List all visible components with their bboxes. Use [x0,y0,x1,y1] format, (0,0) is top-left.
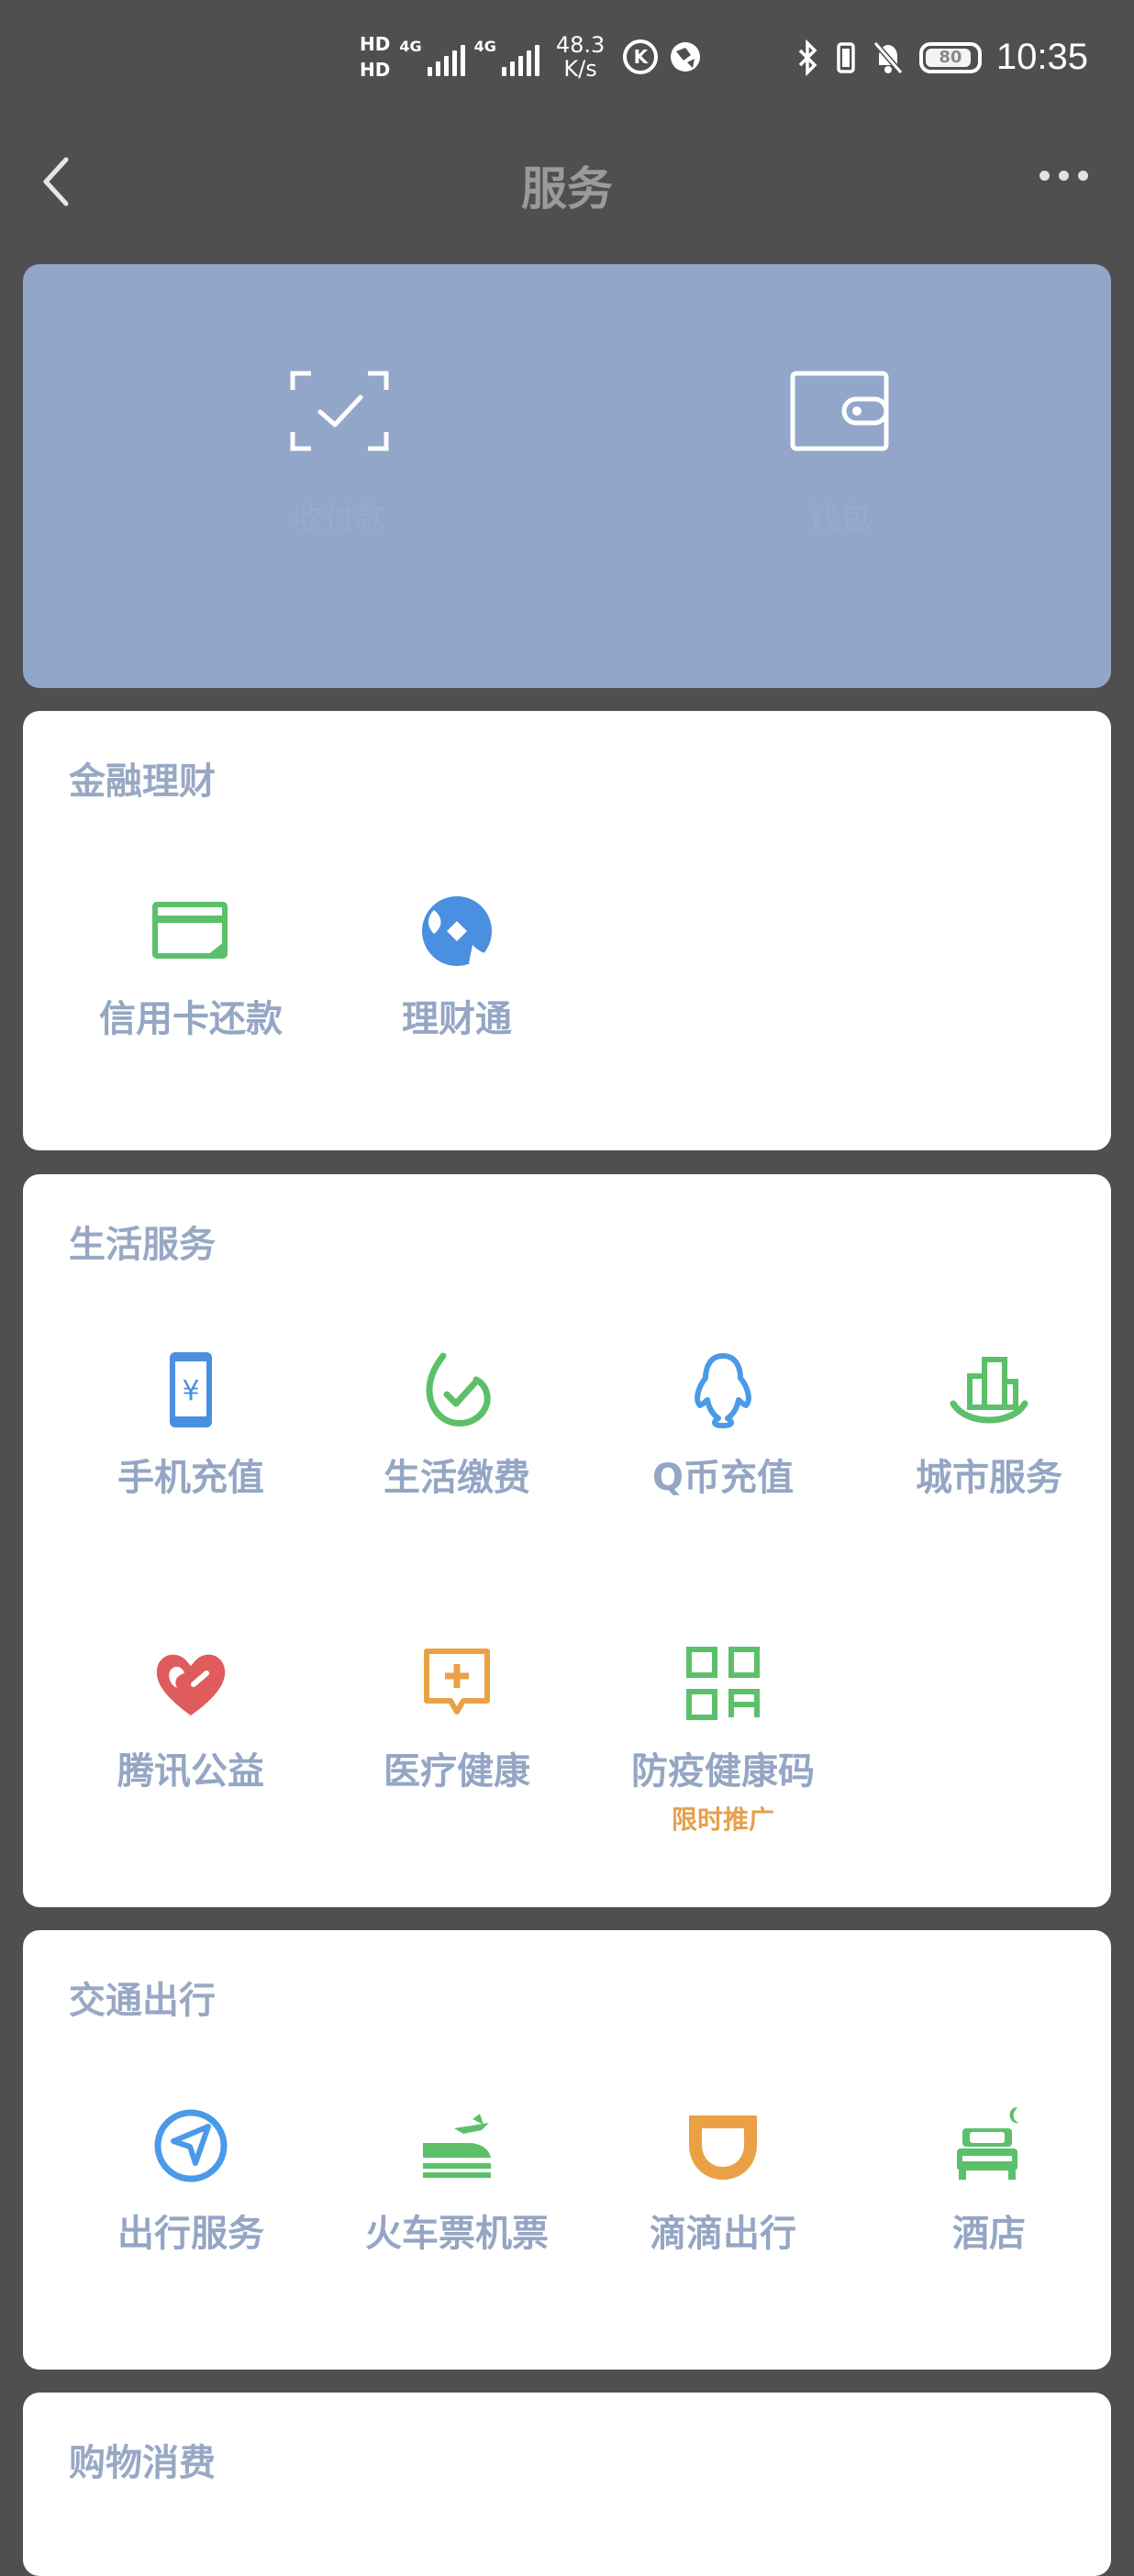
train-plane-icon [423,2114,491,2178]
hd2-label: HD [360,59,391,81]
status-right: 80 10:35 [796,37,1088,78]
section-title: 交通出行 [69,1980,216,2022]
speed-unit: K/s [563,56,597,82]
hotel-bed-icon [957,2107,1019,2180]
charity-heart-icon [156,1654,226,1715]
didi-icon [689,2115,757,2180]
hd1-label: HD [360,33,391,55]
service-city[interactable]: 城市服务 [856,1349,1122,1501]
wallet-label: 钱包 [808,500,871,537]
service-health-code[interactable]: 防疫健康码 限时推广 [590,1642,856,1837]
bluetooth-icon [798,39,817,76]
service-label: 理财通 [402,998,512,1040]
qq-penguin-icon [695,1353,751,1428]
net1-label: 4G [399,38,422,55]
service-label: 医疗健康 [384,1750,530,1793]
service-didi[interactable]: 滴滴出行 [590,2104,856,2257]
service-label: 酒店 [952,2213,1026,2255]
service-wealth[interactable]: 理财通 [324,890,590,1042]
section-title: 生活服务 [69,1224,216,1266]
nav-header: 服务 [0,128,1134,257]
service-label: 滴滴出行 [650,2213,796,2255]
phone-topup-icon: ¥ [170,1352,212,1427]
k-app-icon: K [623,39,659,74]
service-label: 火车票机票 [365,2213,549,2255]
service-hotel[interactable]: 酒店 [856,2104,1122,2257]
service-phone-topup[interactable]: ¥ 手机充值 [58,1349,324,1501]
globe-app-icon [671,42,701,72]
mute-bell-icon [873,40,904,74]
service-bill-pay[interactable]: 生活缴费 [324,1349,590,1501]
section-shopping: 购物消费 [23,2393,1111,2576]
service-qcoin[interactable]: Q币充值 [590,1349,856,1501]
service-train-plane[interactable]: 火车票机票 [324,2104,590,2257]
section-life: 生活服务 ¥ 手机充值 生活缴费 Q币充值 城市服务 腾讯公益 医疗健康 防疫健… [23,1174,1111,1907]
service-charity[interactable]: 腾讯公益 [58,1642,324,1794]
service-credit-card[interactable]: 信用卡还款 [58,890,324,1042]
section-title: 金融理财 [69,761,216,803]
navigation-icon [154,2109,228,2182]
section-title: 购物消费 [69,2442,216,2484]
service-label: 手机充值 [117,1457,264,1499]
more-dots-icon[interactable] [1040,171,1088,181]
network-speed: 48.3 K/s [556,33,605,81]
pay-receive-button[interactable]: 收付款 [239,370,440,538]
signal-1-icon: 4G [399,38,465,76]
service-label: 城市服务 [916,1457,1062,1499]
service-label: 生活缴费 [384,1457,530,1499]
service-medical[interactable]: 医疗健康 [324,1642,590,1794]
wallet-button[interactable]: 钱包 [739,370,940,538]
page-title: 服务 [521,162,613,216]
service-label: 出行服务 [117,2213,264,2255]
pay-receive-label: 收付款 [293,500,386,537]
speed-value: 48.3 [555,32,606,58]
service-travel[interactable]: 出行服务 [58,2104,324,2257]
battery-icon: 80 [918,41,982,73]
net2-label: 4G [473,38,496,55]
wealth-icon [422,896,492,966]
service-label: 信用卡还款 [99,998,283,1040]
credit-card-icon [152,902,228,959]
service-label: 腾讯公益 [117,1750,264,1793]
status-left: HD HD 4G 4G 48.3 K/s K [360,33,704,81]
status-bar: HD HD 4G 4G 48.3 K/s K 80 10:35 [0,0,1134,128]
promo-tag: 限时推广 [671,1804,774,1835]
section-transport: 交通出行 出行服务 火车票机票 滴滴出行 酒店 [23,1930,1111,2370]
wallet-icon [790,371,889,451]
signal-2-icon: 4G [474,38,539,76]
vibrate-icon [837,41,855,73]
service-label: Q币充值 [651,1457,794,1499]
city-service-icon [950,1357,1028,1424]
k-icon-letter: K [633,46,649,68]
scan-check-icon [290,371,389,451]
svg-text:¥: ¥ [182,1375,199,1407]
battery-level: 80 [939,48,962,67]
top-card: 收付款 钱包 [23,264,1111,688]
qr-code-icon [686,1647,760,1720]
section-finance: 金融理财 信用卡还款 理财通 [23,711,1111,1150]
clock: 10:35 [995,37,1088,77]
bill-pay-icon [426,1352,491,1427]
medical-icon [424,1649,490,1715]
hd-indicators: HD HD [360,34,390,80]
service-label: 防疫健康码 [631,1750,815,1793]
